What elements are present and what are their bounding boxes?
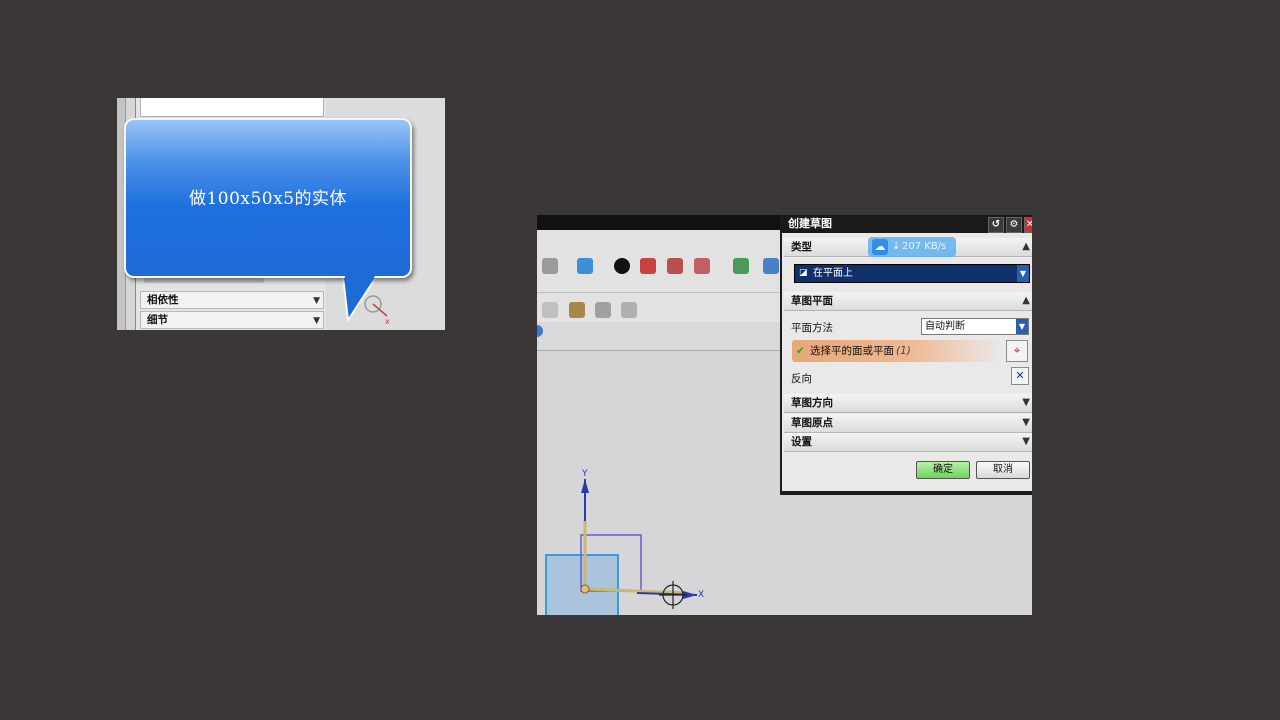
block-icon[interactable] <box>577 258 593 274</box>
section-sketch-plane-label: 草图平面 <box>791 295 833 307</box>
extrude-icon[interactable] <box>542 258 558 274</box>
section-sketch-direction[interactable]: 草图方向 ▼ <box>784 394 1032 413</box>
create-sketch-dialog: 创建草图 ↺ ⚙ ✕ 类型 ▲ ◪ 在平面上 ▼ 草图平面 ▲ 平面方法 自动判… <box>780 215 1032 495</box>
dialog-title: 创建草图 <box>788 217 832 230</box>
origin-point[interactable] <box>580 584 590 594</box>
chevron-down-icon[interactable]: ▼ <box>1022 394 1030 412</box>
section-sketch-plane[interactable]: 草图平面 ▲ <box>784 292 1032 311</box>
navigator-list-area <box>140 98 324 117</box>
plane-method-select[interactable]: 自动判断 ▼ <box>921 318 1029 335</box>
chevron-down-icon[interactable]: ▼ <box>1022 414 1030 432</box>
feature-toolbar <box>537 230 780 323</box>
speech-callout: 做100x50x5的实体 <box>124 118 412 323</box>
selection-filter-icon[interactable] <box>537 325 543 337</box>
dialog-title-bar[interactable]: 创建草图 ↺ ⚙ ✕ <box>782 215 1032 233</box>
edge-blend-icon[interactable] <box>542 302 558 318</box>
section-sketch-direction-label: 草图方向 <box>791 397 833 409</box>
cloud-icon: ☁ <box>872 239 888 255</box>
y-axis-label: Y <box>582 469 588 479</box>
reverse-direction-icon[interactable]: ✕ <box>1011 367 1029 385</box>
section-sketch-origin-label: 草图原点 <box>791 417 833 429</box>
cancel-button[interactable]: 取消 <box>976 461 1030 479</box>
type-select[interactable]: ◪ 在平面上 ▼ <box>794 264 1030 283</box>
callout-tail-fill-icon <box>344 268 380 317</box>
y-axis-arrow-icon <box>581 479 589 493</box>
section-sketch-origin[interactable]: 草图原点 ▼ <box>784 414 1032 433</box>
reverse-label: 反向 <box>791 373 812 385</box>
chevron-up-icon[interactable]: ▲ <box>1022 292 1030 310</box>
download-speed-badge: ☁ ↓ 207 KB/s <box>868 237 956 257</box>
type-value: 在平面上 <box>813 268 853 279</box>
chevron-down-icon[interactable]: ▼ <box>1022 433 1030 451</box>
shell-icon[interactable] <box>621 302 637 318</box>
select-face-row[interactable]: ✔ 选择平的面或平面 (1) <box>792 340 1002 362</box>
section-type-label: 类型 <box>791 241 812 253</box>
gear-icon[interactable]: ⚙ <box>1006 217 1022 233</box>
offset-face-icon[interactable] <box>763 258 779 274</box>
x-axis-label: X <box>698 590 705 600</box>
trim-body-icon[interactable] <box>733 258 749 274</box>
select-count: (1) <box>896 345 911 357</box>
revolve-icon[interactable] <box>614 258 630 274</box>
close-icon[interactable]: ✕ <box>1024 217 1032 233</box>
right-screenshot-clip: Y X 创建草图 ↺ ⚙ ✕ 类型 ▲ ◪ 在平面上 ▼ 草图平面 ▲ 平面方法… <box>537 215 1032 615</box>
sketch-type-icon: ◪ <box>799 268 808 278</box>
download-speed-text: 207 KB/s <box>902 241 947 252</box>
section-settings-label: 设置 <box>791 436 812 448</box>
chamfer-icon[interactable] <box>595 302 611 318</box>
boolean-unite-icon[interactable] <box>640 258 656 274</box>
plane-method-label: 平面方法 <box>791 322 833 334</box>
download-arrow-icon: ↓ <box>892 241 901 252</box>
dropdown-arrow-icon[interactable]: ▼ <box>1016 319 1028 334</box>
datum-plane-icon[interactable] <box>569 302 585 318</box>
section-settings[interactable]: 设置 ▼ <box>784 433 1032 452</box>
dropdown-arrow-icon[interactable]: ▼ <box>1017 265 1029 282</box>
ok-button[interactable]: 确定 <box>916 461 970 479</box>
datum-plane-xy[interactable] <box>545 554 619 615</box>
plane-method-value: 自动判断 <box>925 321 965 332</box>
reset-icon[interactable]: ↺ <box>988 217 1004 233</box>
select-prompt: 选择平的面或平面 <box>810 345 894 357</box>
boolean-subtract-icon[interactable] <box>667 258 683 274</box>
chevron-up-icon[interactable]: ▲ <box>1022 238 1030 256</box>
point-select-icon[interactable]: ⌖ <box>1006 340 1028 362</box>
callout-text: 做100x50x5的实体 <box>188 189 348 209</box>
checkmark-icon: ✔ <box>796 345 805 357</box>
toolbar-divider <box>537 292 780 293</box>
boolean-intersect-icon[interactable] <box>694 258 710 274</box>
